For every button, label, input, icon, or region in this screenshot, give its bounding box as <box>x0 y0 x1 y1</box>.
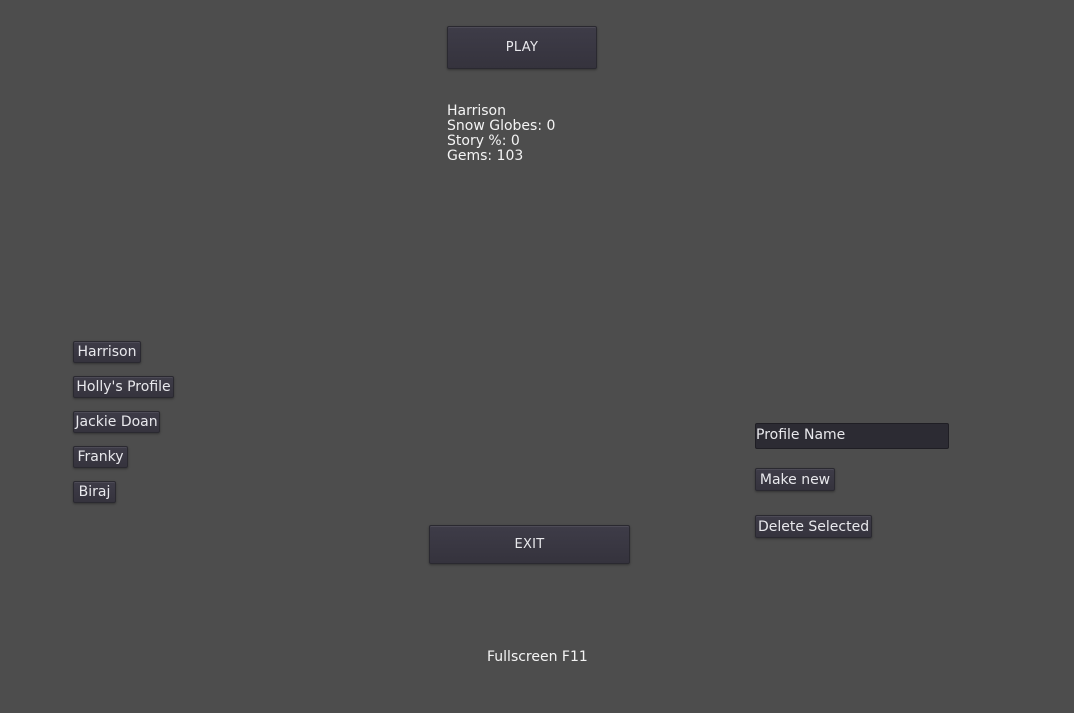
profile-item-franky[interactable]: Franky <box>73 446 128 468</box>
gems-stat: Gems: 103 <box>447 148 524 164</box>
selected-profile-info: Harrison Snow Globes: 0 Story %: 0 Gems:… <box>447 104 555 164</box>
main-menu-screen: PLAY Harrison Snow Globes: 0 Story %: 0 … <box>0 0 1074 713</box>
profile-name-input[interactable] <box>755 423 949 449</box>
selected-profile-name: Harrison <box>447 103 506 119</box>
delete-selected-button[interactable]: Delete Selected <box>755 515 872 538</box>
make-new-button[interactable]: Make new <box>755 468 835 491</box>
snow-globes-stat: Snow Globes: 0 <box>447 118 556 134</box>
story-percent-stat: Story %: 0 <box>447 133 520 149</box>
profile-item-biraj[interactable]: Biraj <box>73 481 116 503</box>
profile-item-harrison[interactable]: Harrison <box>73 341 141 363</box>
profile-item-hollys-profile[interactable]: Holly's Profile <box>73 376 174 398</box>
fullscreen-hint: Fullscreen F11 <box>487 649 588 665</box>
exit-button[interactable]: EXIT <box>429 525 630 564</box>
profile-item-jackie-doan[interactable]: Jackie Doan <box>73 411 160 433</box>
play-button[interactable]: PLAY <box>447 26 597 69</box>
